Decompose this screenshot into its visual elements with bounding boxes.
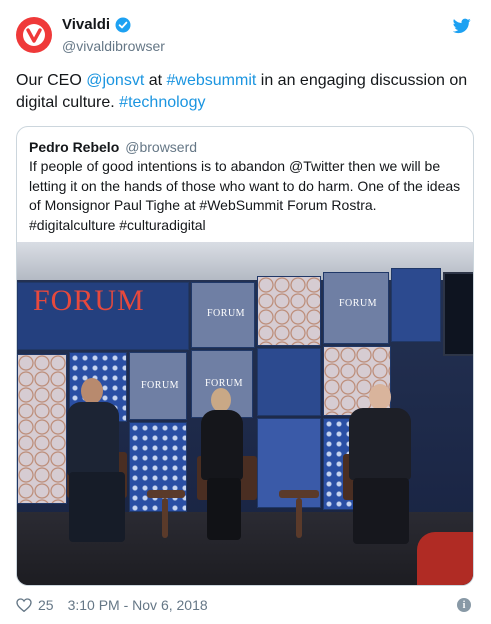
forum-sign-large: FORUM xyxy=(33,284,145,317)
hashtag-link[interactable]: #technology xyxy=(119,94,205,111)
photo-panel xyxy=(391,268,441,342)
tweet-text-part: Our CEO xyxy=(16,72,87,89)
author-name-row: Vivaldi xyxy=(62,16,131,33)
heart-icon[interactable] xyxy=(16,598,32,612)
tweet-footer: 25 3:10 PM - Nov 6, 2018 xyxy=(16,597,208,613)
photo-panel xyxy=(129,422,187,512)
photo-panel xyxy=(257,348,321,416)
forum-sign-small: FORUM xyxy=(207,308,246,319)
quote-photo[interactable]: FORUM FORUM FORUM FORUM FORUM xyxy=(17,242,473,585)
forum-sign-small: FORUM xyxy=(141,380,180,391)
photo-panel xyxy=(17,354,67,504)
vivaldi-logo-icon xyxy=(23,24,45,46)
photo-table xyxy=(296,498,302,538)
photo-table xyxy=(279,490,319,498)
author-display-name[interactable]: Vivaldi xyxy=(62,16,110,33)
quote-author-handle: @browserd xyxy=(125,139,198,155)
info-icon[interactable]: i xyxy=(457,598,471,612)
quote-text: If people of good intentions is to aband… xyxy=(29,158,461,233)
photo-table xyxy=(162,498,168,538)
photo-table xyxy=(147,490,185,498)
author-handle[interactable]: @vivaldibrowser xyxy=(62,38,165,54)
tweet-text-part: at xyxy=(144,72,167,89)
photo-screen xyxy=(443,272,473,356)
mention-link[interactable]: @jonsvt xyxy=(86,72,144,89)
embedded-tweet: Vivaldi @vivaldibrowser Our CEO @jonsvt … xyxy=(0,0,491,624)
photo-foreground-chair xyxy=(417,532,473,585)
forum-sign-small: FORUM xyxy=(205,378,244,389)
twitter-bird-icon[interactable] xyxy=(453,18,471,34)
quote-header: Pedro Rebelo @browserd xyxy=(29,139,197,155)
verified-badge-icon xyxy=(115,17,131,32)
quote-author-name: Pedro Rebelo xyxy=(29,139,120,155)
photo-panel xyxy=(257,276,321,346)
quoted-tweet[interactable]: Pedro Rebelo @browserd If people of good… xyxy=(16,126,474,586)
like-count[interactable]: 25 xyxy=(38,597,54,613)
forum-sign-small: FORUM xyxy=(339,298,378,309)
avatar[interactable] xyxy=(16,17,52,53)
hashtag-link[interactable]: #websummit xyxy=(167,72,257,89)
tweet-timestamp[interactable]: 3:10 PM - Nov 6, 2018 xyxy=(68,597,208,613)
tweet-text: Our CEO @jonsvt at #websummit in an enga… xyxy=(16,70,476,114)
